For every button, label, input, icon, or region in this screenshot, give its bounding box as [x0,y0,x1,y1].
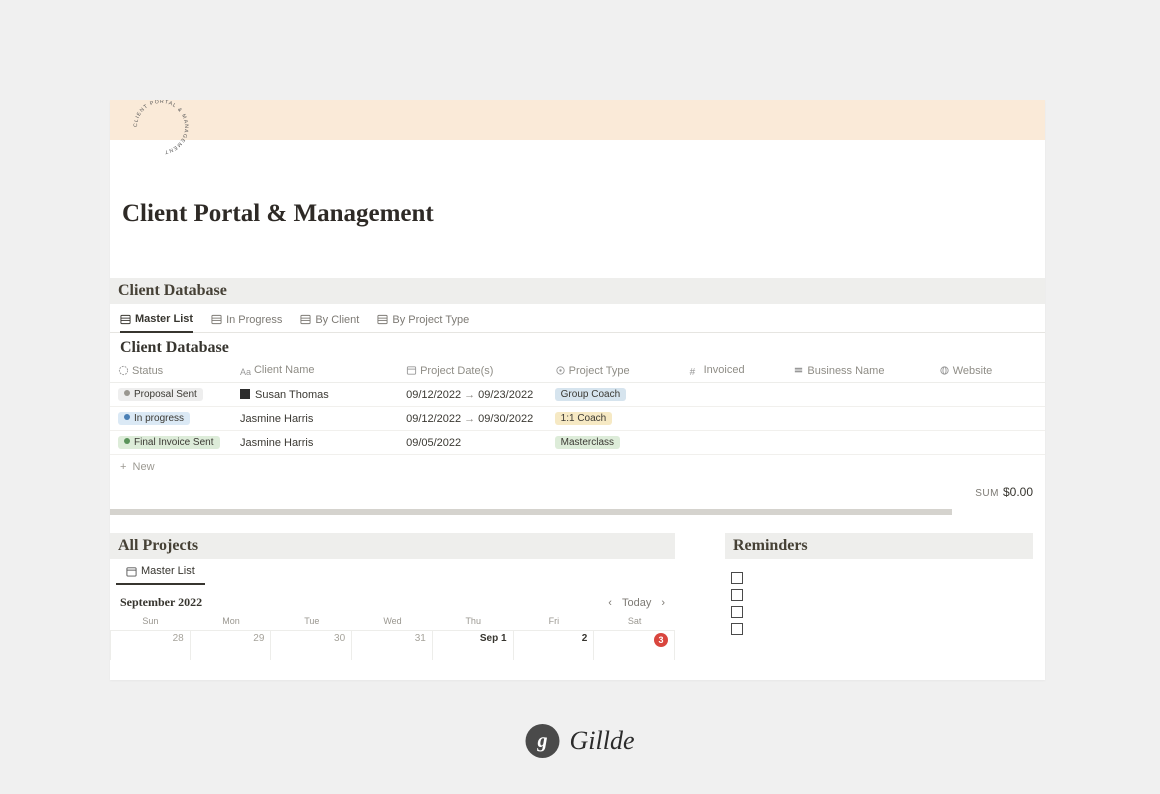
dow-label: Fri [514,614,595,630]
reminder-checkbox[interactable] [731,623,743,635]
column-icon: Aa [240,366,251,377]
calendar-day-cell[interactable]: 30 [271,630,352,660]
calendar-day-cell[interactable]: 29 [191,630,272,660]
db-tab-by-project-type[interactable]: By Project Type [377,308,469,332]
page-title: Client Portal & Management [122,200,1045,228]
project-type-badge: 1:1 Coach [555,412,613,425]
status-badge: Proposal Sent [118,388,203,401]
project-type-badge: Group Coach [555,388,626,401]
new-row-button[interactable]: + New [110,455,1045,479]
section-header-client-db: Client Database [110,278,1045,304]
dow-label: Sat [594,614,675,630]
app-window: CLIENT PORTAL & MANAGEMENT Client Portal… [110,100,1045,680]
watermark-text: Gillde [570,726,635,756]
reminders-section: Reminders [725,533,1045,660]
calendar-day-cell[interactable]: 31 [352,630,433,660]
db-tab-by-client[interactable]: By Client [300,308,359,332]
table-icon [377,314,388,325]
project-type-badge: Masterclass [555,436,620,449]
horizontal-scrollbar[interactable] [110,509,952,515]
table-icon [211,314,222,325]
table-icon [300,314,311,325]
col-client-name[interactable]: AaClient Name [232,359,398,383]
date-cell[interactable]: 09/12/2022→09/23/2022 [398,383,547,407]
client-name-cell[interactable]: Jasmine Harris [232,431,398,455]
col-business-name[interactable]: Business Name [785,359,930,383]
dow-label: Tue [271,614,352,630]
table-icon [120,314,131,325]
column-icon [793,365,804,376]
calendar-day-cell[interactable]: Sep 1 [433,630,514,660]
table-row[interactable]: Proposal Sent Susan Thomas09/12/2022→09/2… [110,383,1045,407]
reminder-checkbox[interactable] [731,589,743,601]
col-project-date-s-[interactable]: Project Date(s) [398,359,547,383]
header-banner [110,100,1045,140]
calendar-prev-button[interactable]: ‹ [608,597,612,609]
section-header-projects: All Projects [110,533,675,559]
column-icon [406,365,417,376]
calendar-icon [126,566,137,577]
calendar-day-cell[interactable]: 3 [594,630,675,660]
table-row[interactable]: Final Invoice Sent Jasmine Harris09/05/20… [110,431,1045,455]
today-badge: 3 [654,633,668,647]
projects-view-tab-label: Master List [141,565,195,577]
svg-text:CLIENT PORTAL & MANAGEMENT: CLIENT PORTAL & MANAGEMENT [133,100,189,155]
date-cell[interactable]: 09/12/2022→09/30/2022 [398,407,547,431]
calendar-today-button[interactable]: Today [622,597,651,609]
dow-label: Wed [352,614,433,630]
client-table: StatusAaClient NameProject Date(s)Projec… [110,359,1045,455]
sum-row: SUM$0.00 [110,479,1045,509]
table-header-row: StatusAaClient NameProject Date(s)Projec… [110,359,1045,383]
column-icon [939,365,950,376]
date-cell[interactable]: 09/05/2022 [398,431,547,455]
col-status[interactable]: Status [110,359,232,383]
client-database-section: Client Database Master List In Progress By… [110,278,1045,515]
dow-label: Mon [191,614,272,630]
col-project-type[interactable]: Project Type [547,359,682,383]
column-icon: # [690,366,701,377]
dow-label: Thu [433,614,514,630]
column-icon [555,365,566,376]
db-tab-in-progress[interactable]: In Progress [211,308,282,332]
reminder-checkbox[interactable] [731,572,743,584]
calendar-next-button[interactable]: › [661,597,665,609]
logo-badge: CLIENT PORTAL & MANAGEMENT [130,100,192,158]
calendar-month-label: September 2022 [120,595,202,610]
calendar-day-cell[interactable]: 2 [514,630,595,660]
table-row[interactable]: In progress Jasmine Harris09/12/2022→09/3… [110,407,1045,431]
page-icon [240,389,250,399]
logo-circle-icon: CLIENT PORTAL & MANAGEMENT [130,100,192,158]
watermark-badge: g [526,724,560,758]
client-name-cell[interactable]: Jasmine Harris [232,407,398,431]
calendar-nav: ‹ Today › [608,597,665,609]
section-header-reminders: Reminders [725,533,1033,559]
col-invoiced[interactable]: #Invoiced [682,359,786,383]
dow-label: Sun [110,614,191,630]
db-view-tabs: Master List In Progress By Client By Projec… [110,304,1045,333]
database-title: Client Database [110,333,1045,359]
client-name-cell[interactable]: Susan Thomas [232,383,398,407]
watermark: g Gillde [526,724,635,758]
all-projects-section: All Projects Master List September 2022 … [110,533,675,660]
col-website[interactable]: Website [931,359,1045,383]
calendar-day-cell[interactable]: 28 [110,630,191,660]
reminder-checkbox[interactable] [731,606,743,618]
db-tab-master-list[interactable]: Master List [120,308,193,333]
projects-view-tab[interactable]: Master List [116,559,205,585]
status-badge: In progress [118,412,190,425]
column-icon [118,365,129,376]
status-badge: Final Invoice Sent [118,436,220,449]
